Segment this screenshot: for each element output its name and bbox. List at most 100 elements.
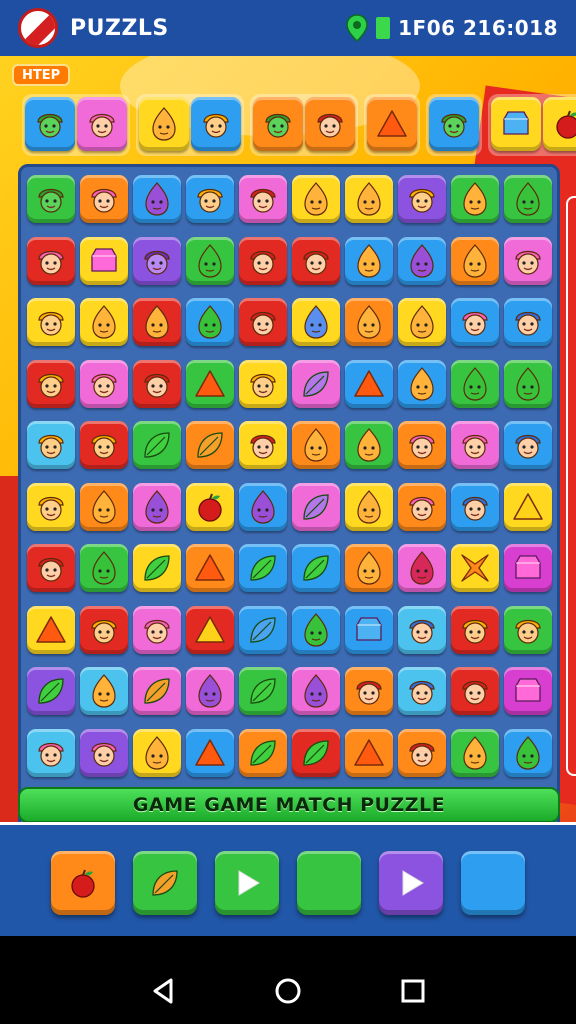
board-tile[interactable]	[27, 482, 75, 531]
action-button[interactable]	[133, 850, 197, 915]
board-tile[interactable]	[239, 605, 287, 654]
board-tile[interactable]	[292, 236, 340, 285]
board-tile[interactable]	[345, 421, 393, 469]
tray-piece[interactable]	[429, 97, 479, 151]
home-button[interactable]	[272, 975, 304, 1007]
board-tile[interactable]	[186, 359, 234, 408]
board-tile[interactable]	[398, 359, 446, 408]
board-tile[interactable]	[80, 605, 128, 654]
board-tile[interactable]	[504, 421, 552, 469]
action-button[interactable]	[461, 850, 525, 915]
board-tile[interactable]	[292, 482, 340, 531]
board-tile[interactable]	[186, 544, 234, 592]
board-tile[interactable]	[239, 482, 287, 531]
app-logo-icon[interactable]	[18, 8, 58, 48]
tray-piece[interactable]	[367, 97, 417, 151]
board-tile[interactable]	[345, 482, 393, 531]
board-tile[interactable]	[398, 728, 446, 777]
board-tile[interactable]	[504, 175, 552, 223]
board-tile[interactable]	[80, 544, 128, 592]
board-tile[interactable]	[345, 605, 393, 654]
board-tile[interactable]	[398, 482, 446, 531]
board-tile[interactable]	[186, 667, 234, 715]
board-tile[interactable]	[27, 175, 75, 223]
board-tile[interactable]	[80, 236, 128, 285]
board-tile[interactable]	[27, 544, 75, 592]
board-tile[interactable]	[451, 236, 499, 285]
board-tile[interactable]	[27, 236, 75, 285]
board-tile[interactable]	[27, 421, 75, 469]
board-tile[interactable]	[133, 175, 181, 223]
board-tile[interactable]	[504, 482, 552, 531]
board-tile[interactable]	[27, 605, 75, 654]
board-tile[interactable]	[345, 728, 393, 777]
board-tile[interactable]	[398, 236, 446, 285]
board-tile[interactable]	[239, 667, 287, 715]
board-tile[interactable]	[239, 359, 287, 408]
help-badge[interactable]: HTEP	[12, 64, 71, 86]
board-tile[interactable]	[133, 605, 181, 654]
board-tile[interactable]	[451, 667, 499, 715]
board-tile[interactable]	[345, 298, 393, 346]
board-tile[interactable]	[345, 667, 393, 715]
board-tile[interactable]	[186, 421, 234, 469]
tray-piece[interactable]	[25, 97, 75, 151]
board-tile[interactable]	[292, 175, 340, 223]
board-tile[interactable]	[398, 605, 446, 654]
board-tile[interactable]	[133, 421, 181, 469]
board-tile[interactable]	[27, 667, 75, 715]
board-tile[interactable]	[451, 359, 499, 408]
board-tile[interactable]	[292, 544, 340, 592]
tray-piece[interactable]	[491, 97, 541, 151]
board-tile[interactable]	[27, 298, 75, 346]
board-tile[interactable]	[345, 544, 393, 592]
board-tile[interactable]	[133, 298, 181, 346]
board-tile[interactable]	[239, 728, 287, 777]
board-tile[interactable]	[133, 359, 181, 408]
board-tile[interactable]	[504, 544, 552, 592]
tray-piece[interactable]	[191, 97, 241, 151]
board-tile[interactable]	[239, 544, 287, 592]
board-tile[interactable]	[27, 359, 75, 408]
board-tile[interactable]	[451, 482, 499, 531]
board-tile[interactable]	[504, 728, 552, 777]
board-tile[interactable]	[451, 298, 499, 346]
board-tile[interactable]	[133, 482, 181, 531]
board-tile[interactable]	[292, 667, 340, 715]
board-tile[interactable]	[398, 544, 446, 592]
board-tile[interactable]	[80, 667, 128, 715]
board-tile[interactable]	[292, 421, 340, 469]
tray-piece[interactable]	[139, 97, 189, 151]
recents-button[interactable]	[397, 975, 429, 1007]
board-tile[interactable]	[451, 421, 499, 469]
board-tile[interactable]	[451, 175, 499, 223]
board-tile[interactable]	[80, 421, 128, 469]
board-tile[interactable]	[398, 175, 446, 223]
board-tile[interactable]	[451, 728, 499, 777]
board-tile[interactable]	[80, 359, 128, 408]
board-tile[interactable]	[186, 298, 234, 346]
board-tile[interactable]	[239, 236, 287, 285]
back-button[interactable]	[147, 975, 179, 1007]
board-tile[interactable]	[186, 728, 234, 777]
board-tile[interactable]	[345, 359, 393, 408]
tray-piece[interactable]	[543, 97, 576, 151]
board-tile[interactable]	[345, 236, 393, 285]
action-button[interactable]	[297, 850, 361, 915]
board-tile[interactable]	[451, 544, 499, 592]
board-tile[interactable]	[239, 175, 287, 223]
board-tile[interactable]	[27, 728, 75, 777]
board-tile[interactable]	[133, 667, 181, 715]
board-tile[interactable]	[292, 605, 340, 654]
board-tile[interactable]	[186, 482, 234, 531]
board-tile[interactable]	[133, 544, 181, 592]
board-tile[interactable]	[504, 605, 552, 654]
board-tile[interactable]	[80, 298, 128, 346]
board-tile[interactable]	[398, 421, 446, 469]
board-tile[interactable]	[186, 236, 234, 285]
action-button[interactable]	[379, 850, 443, 915]
board-tile[interactable]	[133, 728, 181, 777]
board-tile[interactable]	[292, 298, 340, 346]
board-tile[interactable]	[504, 298, 552, 346]
board-tile[interactable]	[504, 667, 552, 715]
